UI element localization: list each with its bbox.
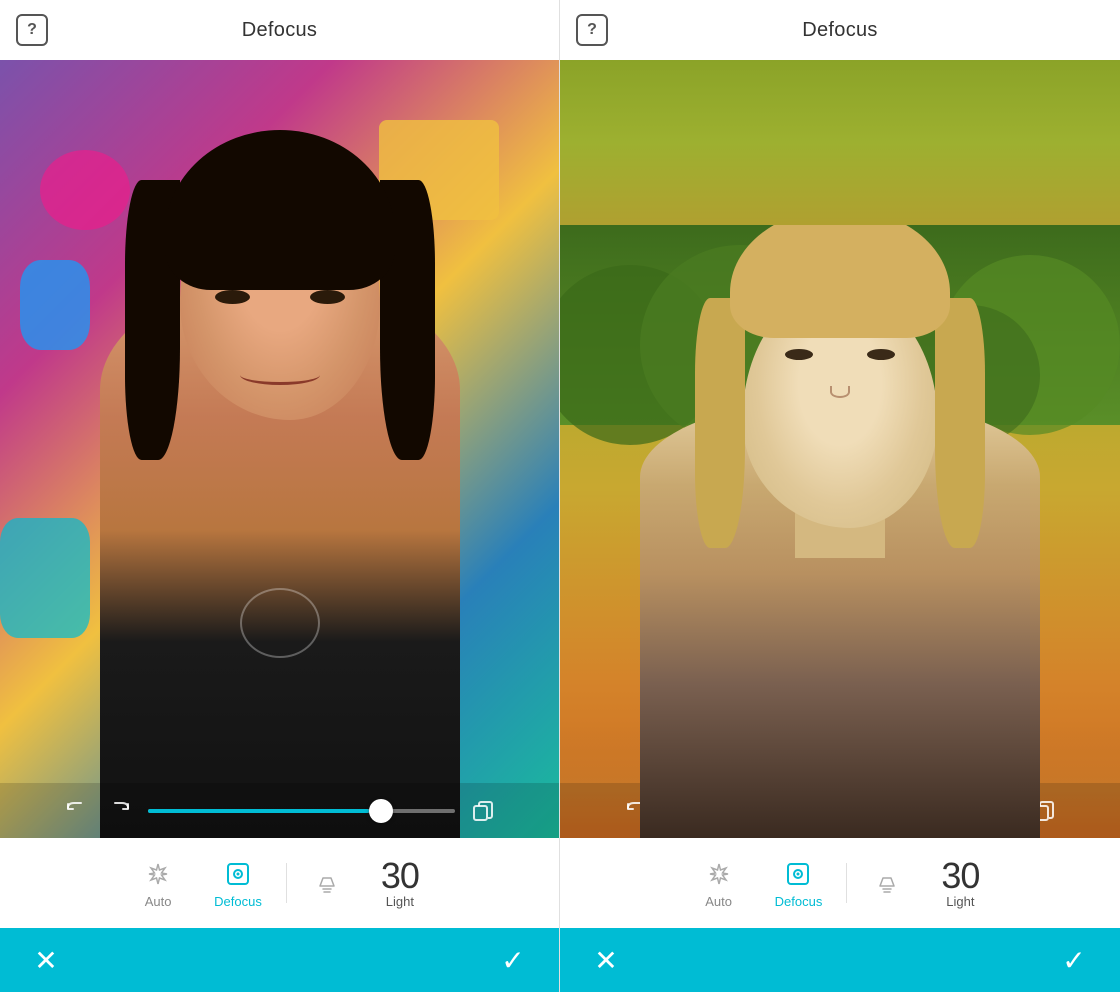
- left-photo: [0, 60, 559, 838]
- left-defocus-tool[interactable]: Defocus: [194, 858, 282, 909]
- right-cancel-button[interactable]: ✕: [588, 942, 624, 978]
- left-auto-label: Auto: [145, 894, 172, 909]
- left-auto-icon: [142, 858, 174, 890]
- right-value-label: Light: [946, 894, 974, 909]
- right-value-number: 30: [933, 858, 987, 894]
- left-cancel-button[interactable]: ✕: [28, 942, 64, 978]
- right-bottom-bar: ✕ ✓: [560, 928, 1120, 992]
- right-light-icon: [871, 867, 903, 899]
- left-toolbar-divider: [286, 863, 287, 903]
- left-value-display: 30 Light: [363, 858, 437, 909]
- right-panel: ? Defocus: [560, 0, 1120, 992]
- right-auto-tool[interactable]: Auto: [683, 858, 755, 909]
- right-confirm-button[interactable]: ✓: [1056, 942, 1092, 978]
- left-auto-tool[interactable]: Auto: [122, 858, 194, 909]
- left-light-tool[interactable]: [291, 867, 363, 899]
- right-toolbar-divider: [846, 863, 847, 903]
- right-defocus-tool[interactable]: Defocus: [755, 858, 843, 909]
- left-toolbar: Auto Defocus 30: [0, 838, 559, 928]
- right-defocus-icon: [782, 858, 814, 890]
- left-defocus-label: Defocus: [214, 894, 262, 909]
- left-image-area: [0, 60, 559, 838]
- right-toolbar: Auto Defocus 30: [560, 838, 1120, 928]
- right-auto-label: Auto: [705, 894, 732, 909]
- left-bottom-bar: ✕ ✓: [0, 928, 559, 992]
- right-light-tool[interactable]: [851, 867, 923, 899]
- left-slider-area: [0, 783, 559, 838]
- right-header-title: Defocus: [802, 19, 877, 42]
- left-slider-thumb[interactable]: [369, 799, 393, 823]
- left-undo-button[interactable]: [60, 795, 92, 827]
- left-defocus-icon: [222, 858, 254, 890]
- right-help-button[interactable]: ?: [576, 14, 608, 46]
- left-redo-button[interactable]: [104, 795, 136, 827]
- right-photo: [560, 60, 1120, 838]
- left-value-label: Light: [386, 894, 414, 909]
- left-confirm-button[interactable]: ✓: [495, 942, 531, 978]
- right-header: ? Defocus: [560, 0, 1120, 60]
- right-defocus-label: Defocus: [775, 894, 823, 909]
- left-help-button[interactable]: ?: [16, 14, 48, 46]
- left-light-icon: [311, 867, 343, 899]
- right-value-display: 30 Light: [923, 858, 997, 909]
- left-slider-fill: [148, 809, 369, 813]
- right-auto-icon: [703, 858, 735, 890]
- left-header-title: Defocus: [242, 19, 317, 42]
- right-image-area: [560, 60, 1120, 838]
- left-panel: ? Defocus: [0, 0, 560, 992]
- left-header: ? Defocus: [0, 0, 559, 60]
- left-slider-track[interactable]: [148, 809, 455, 813]
- left-copy-button[interactable]: [467, 795, 499, 827]
- left-value-number: 30: [373, 858, 427, 894]
